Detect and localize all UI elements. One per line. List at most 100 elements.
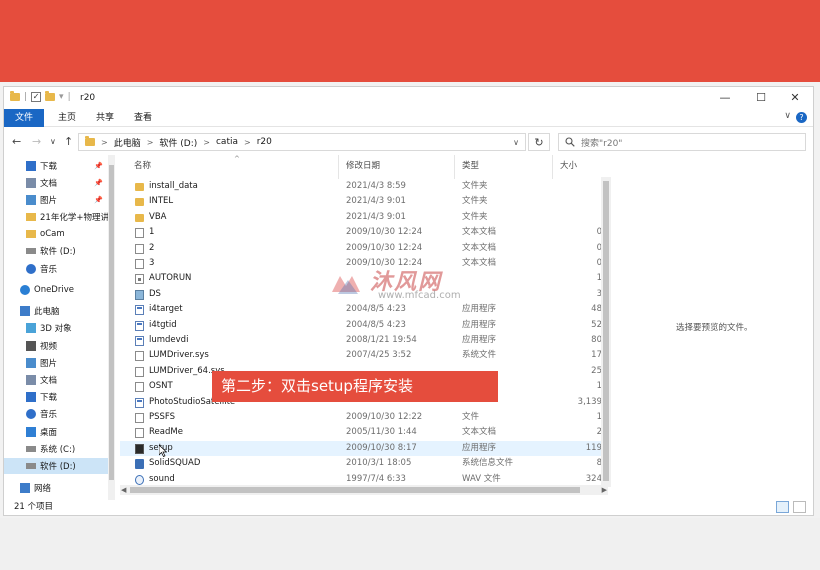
sidebar-item[interactable]: 软件 (D:) (4, 458, 108, 474)
search-input[interactable]: 搜索"r20" (558, 133, 806, 151)
tab-view[interactable]: 查看 (124, 109, 162, 127)
sidebar-item[interactable]: 图片 📌 (4, 192, 108, 208)
sidebar-item[interactable]: 文档 (4, 372, 108, 388)
new-folder-icon[interactable] (45, 91, 56, 101)
file-type: 应用程序 (462, 335, 497, 345)
file-size: 8 (596, 458, 602, 469)
column-header-type[interactable]: 类型 (462, 155, 479, 177)
column-header-date[interactable]: 修改日期 (346, 155, 380, 177)
scrollbar-thumb[interactable] (603, 181, 609, 481)
sidebar-item[interactable]: 软件 (D:) (4, 243, 108, 259)
file-row[interactable]: LUMDriver.sys 2007/4/25 3:52 系统文件 17 (120, 348, 602, 363)
column-header-name[interactable]: 名称 (134, 155, 151, 177)
sidebar-item-label: 软件 (D:) (40, 247, 76, 257)
sidebar-item[interactable]: 3D 对象 (4, 320, 108, 336)
scrollbar-thumb[interactable] (109, 165, 114, 480)
file-date: 2010/3/1 18:05 (346, 458, 412, 469)
pin-icon[interactable]: 📌 (94, 196, 103, 204)
sidebar-item[interactable]: 下载 📌 (4, 158, 108, 174)
tab-file[interactable]: 文件 (4, 109, 44, 127)
file-row[interactable]: ReadMe 2005/11/30 1:44 文本文档 2 (120, 425, 602, 440)
app-file-icon (135, 305, 144, 316)
file-row[interactable]: setup2009/10/30 8:17应用程序119 (120, 440, 602, 457)
tab-share[interactable]: 共享 (86, 109, 124, 127)
sidebar-item[interactable]: 文档 📌 (4, 175, 108, 191)
customize-toolbar-dropdown[interactable]: ▾ (59, 92, 64, 102)
text-file-icon (135, 243, 144, 254)
properties-icon[interactable]: ✓ (31, 92, 42, 102)
up-arrow-icon[interactable]: ↑ (64, 135, 73, 148)
file-name: ReadMe (149, 427, 183, 438)
folder-icon (85, 136, 95, 146)
sidebar-item[interactable]: 系统 (C:) (4, 441, 108, 457)
sidebar-item[interactable]: oCam (4, 226, 108, 242)
computer-icon (20, 306, 30, 316)
breadcrumb-separator: > (146, 137, 154, 147)
help-icon[interactable]: ? (796, 112, 807, 123)
file-date: 2009/10/30 8:17 (346, 442, 417, 453)
sidebar-item[interactable]: 网络 (4, 480, 108, 496)
address-dropdown-icon[interactable]: ∨ (513, 138, 519, 147)
scrollbar-thumb[interactable] (130, 487, 580, 493)
sidebar-item[interactable]: 桌面 (4, 424, 108, 440)
column-divider[interactable] (552, 155, 553, 179)
file-row[interactable]: lumdevdi 2008/1/21 19:54 应用程序 80 (120, 333, 602, 348)
maximize-button[interactable]: ☐ (743, 87, 779, 109)
file-size: 3,139 (577, 396, 602, 407)
sidebar-item[interactable]: 视频 (4, 338, 108, 354)
file-row[interactable]: PSSFS 2009/10/30 12:22 文件 1 (120, 410, 602, 425)
sidebar-item-label: 软件 (D:) (40, 462, 76, 472)
details-view-button[interactable] (776, 501, 789, 513)
chevron-down-icon[interactable]: ∨ (784, 111, 791, 121)
file-row[interactable]: SolidSQUAD 2010/3/1 18:05 系统信息文件 8 (120, 456, 602, 471)
file-list-horizontal-scrollbar[interactable]: ◀ ▶ (120, 485, 608, 495)
close-button[interactable]: ✕ (777, 87, 813, 109)
minimize-button[interactable]: — (707, 87, 743, 109)
file-row[interactable]: VBA 2021/4/3 9:01 文件夹 (120, 210, 602, 225)
sidebar-item[interactable]: 下载 (4, 389, 108, 405)
sidebar-item[interactable]: 音乐 (4, 261, 108, 277)
search-placeholder: 搜索"r20" (581, 138, 623, 149)
file-row[interactable]: i4tgtid 2004/8/5 4:23 应用程序 52 (120, 318, 602, 333)
column-divider[interactable] (454, 155, 455, 179)
file-row[interactable]: INTEL 2021/4/3 9:01 文件夹 (120, 194, 602, 209)
file-list: ^ 名称 修改日期 类型 大小 install_data 2021/4/3 8:5… (120, 155, 608, 500)
watermark-url: www.mfcad.com (378, 290, 461, 301)
breadcrumb-separator: > (203, 137, 210, 147)
breadcrumb-r20[interactable]: r20 (257, 137, 272, 147)
recent-locations-chevron-icon[interactable]: ∨ (50, 137, 56, 146)
folder-file-icon (135, 183, 144, 191)
file-row[interactable]: 1 2009/10/30 12:24 文本文档 0 (120, 225, 602, 240)
pin-icon[interactable]: 📌 (94, 179, 103, 187)
breadcrumb-this-pc[interactable]: 此电脑 (114, 136, 141, 149)
file-row[interactable]: install_data 2021/4/3 8:59 文件夹 (120, 179, 602, 194)
scroll-right-icon[interactable]: ▶ (602, 485, 607, 495)
large-icons-view-button[interactable] (793, 501, 806, 513)
back-arrow-icon[interactable]: ← (12, 135, 21, 148)
forward-arrow-icon[interactable]: → (32, 135, 41, 148)
download-icon (26, 392, 36, 402)
sidebar-item[interactable]: OneDrive (4, 282, 108, 298)
document-icon (26, 375, 36, 385)
column-header-size[interactable]: 大小 (560, 155, 577, 177)
navigation-pane-scrollbar[interactable] (108, 155, 115, 500)
scroll-left-icon[interactable]: ◀ (121, 485, 126, 495)
sidebar-item[interactable]: 图片 (4, 355, 108, 371)
file-row[interactable]: 2 2009/10/30 12:24 文本文档 0 (120, 241, 602, 256)
column-divider[interactable] (338, 155, 339, 179)
pin-icon[interactable]: 📌 (94, 162, 103, 170)
sidebar-item[interactable]: 此电脑 (4, 303, 108, 319)
sidebar-item[interactable]: 21年化学+物理讲 (4, 209, 108, 225)
breadcrumb-catia[interactable]: catia (216, 137, 238, 147)
file-name: lumdevdi (149, 335, 189, 345)
file-name: 1 (149, 227, 155, 238)
file-size: 1 (596, 273, 602, 284)
file-list-vertical-scrollbar[interactable] (601, 177, 611, 487)
tab-home[interactable]: 主页 (48, 109, 86, 127)
quick-access-toolbar: | ✓ ▾ | (10, 91, 71, 102)
breadcrumb-drive-d[interactable]: 软件 (D:) (159, 136, 197, 149)
status-bar: 21 个项目 (4, 499, 813, 515)
sidebar-item[interactable]: 音乐 (4, 406, 108, 422)
address-bar[interactable]: > 此电脑 > 软件 (D:) > catia > r20 ∨ (78, 133, 526, 151)
refresh-icon[interactable]: ↻ (528, 133, 550, 151)
